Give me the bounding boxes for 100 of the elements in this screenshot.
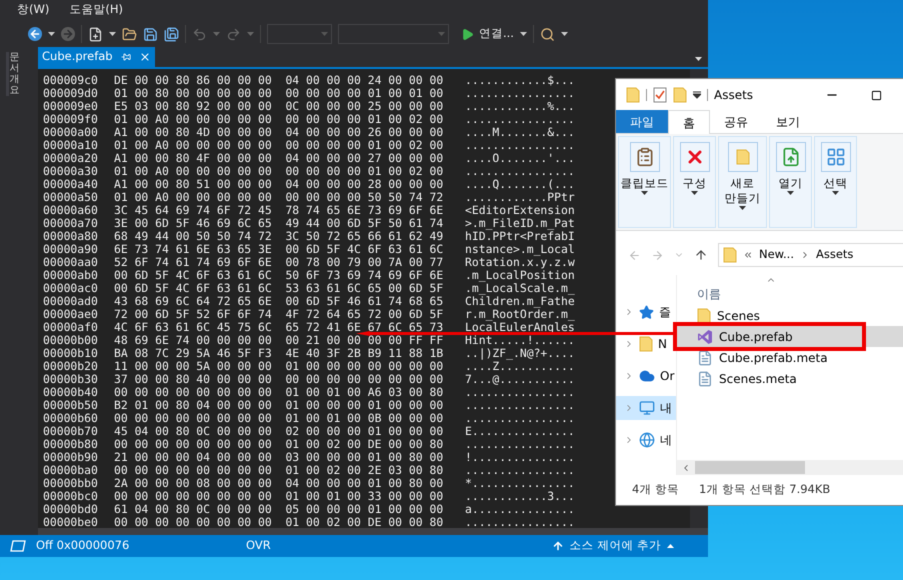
file-item[interactable]: Scenes.meta [677,368,903,389]
hex-bytes: E5 03 00 80 92 00 00 00 0C 00 00 00 25 00 00 00 [114,100,444,113]
up-icon[interactable] [694,248,708,262]
close-icon[interactable] [138,51,151,63]
dropdown-field[interactable] [338,24,449,44]
hex-bytes: A1 00 00 80 4D 00 00 00 04 00 00 00 26 00 00 00 [114,126,444,139]
address-bar[interactable]: New... Assets [718,243,903,267]
folder-icon [626,87,640,103]
ascii-text: ................ [465,87,575,100]
ascii-text: >.m_FileID.m_Pat [465,217,575,230]
caret-icon [321,32,328,36]
ribbon-tab[interactable]: 공유 [710,110,762,133]
nav-label: Or [660,368,674,385]
caret-icon [520,32,527,36]
redo-icon[interactable] [226,26,241,42]
hex-bytes: 00 6D 5F 4C 6F 63 61 6C 50 6F 73 69 74 69 6F 6E [114,269,444,282]
breadcrumb[interactable]: Assets [816,246,854,264]
document-tab[interactable]: Cube.prefab [38,47,155,67]
ribbon-tab[interactable]: 홈 [668,110,710,134]
hex-bytes: 00 00 00 00 00 00 00 00 01 00 02 00 DE 00 00 80 [114,438,444,451]
properties-icon[interactable] [653,87,667,103]
hex-bytes: 4C 6F 63 61 6C 45 75 6C 65 72 41 6E 67 6C 65 73 [114,321,444,334]
breadcrumb[interactable]: New... [759,246,794,264]
ribbon-tab[interactable]: 보기 [762,110,814,133]
column-header[interactable]: 이름 [677,287,903,303]
ascii-text: a............... [465,503,575,516]
back-icon[interactable] [28,27,42,41]
nav-item[interactable]: 즐 [616,300,676,324]
hex-bytes: 2A 00 00 00 08 00 00 00 04 00 00 00 01 00 80 00 [114,477,444,490]
star-icon [639,304,654,320]
ascii-text: ................ [465,438,575,451]
nav-item[interactable]: 내 [616,396,676,420]
ribbon-group[interactable]: 새로 만들기 [718,136,767,228]
hex-bytes: A1 00 00 80 51 00 00 00 04 00 00 00 28 00 00 00 [114,178,444,191]
network-icon [639,432,655,448]
offset-cell-text: 00000a20 [43,152,99,165]
hex-bytes: 3C 45 64 69 74 6F 72 45 78 74 65 6E 73 69 6F 6E [114,204,444,217]
offset-cell-text: 000009d0 [43,87,99,100]
menu-item[interactable]: 창(W) [17,0,50,18]
ribbon-group[interactable]: 클립보드 [618,136,671,228]
save-all-icon[interactable] [164,26,179,42]
ascii-text: ................ [465,412,575,425]
pin-icon[interactable] [120,52,131,62]
file-item[interactable]: Cube.prefab [677,326,903,347]
caret-icon [48,32,55,36]
ascii-text: ....Q.......(... [465,178,575,191]
ascii-text: ................ [465,165,575,178]
overflow-icon [743,250,753,260]
offset-cell-text: 00000a80 [43,230,99,243]
ribbon-group[interactable]: 선택 [814,136,857,228]
offset-cell-text: 00000ac0 [43,282,99,295]
ribbon-group[interactable]: 열기 [769,136,812,228]
ascii-text: ................ [465,464,575,477]
file-item[interactable]: Scenes [677,305,903,326]
ascii-text: ..|)ZF_.N@?+.... [465,347,575,360]
menu-item[interactable]: 도움말(H) [69,0,123,18]
nav-label: N [658,336,667,353]
offset-cell-text: 00000a50 [43,191,99,204]
clipboard-icon [634,147,654,167]
offset-cell-text: 000009c0 [43,74,99,87]
hex-bytes: 45 04 00 80 0C 00 00 00 02 00 00 00 01 00 00 00 [114,425,444,438]
save-icon[interactable] [143,26,158,42]
hex-bytes: 00 6D 5F 4C 6F 63 61 6C 53 63 61 6C 65 00 6D 5F [114,282,444,295]
caret-icon [691,191,698,195]
nav-item[interactable]: Or [616,364,676,388]
forward-icon[interactable] [61,27,75,41]
group-label: 클립보드 [620,176,668,191]
horizontal-scrollbar[interactable] [38,528,708,535]
maximize-icon[interactable] [871,90,882,100]
customize-caret-icon[interactable] [693,91,701,99]
ribbon-tab[interactable]: 파일 [616,110,668,133]
offset-cell-text: 00000b80 [43,438,99,451]
offset-cell-text: 00000a30 [43,165,99,178]
hex-bytes: B2 01 00 80 04 00 00 00 01 00 00 00 01 00 00 00 [114,399,444,412]
new-project-icon[interactable] [88,26,103,42]
offset-cell-text: 00000ad0 [43,295,99,308]
run-button[interactable]: 연결... [461,25,514,43]
source-control-button[interactable]: 소스 제어에 추가 [552,537,674,555]
hex-bytes: 37 00 00 80 40 00 00 00 00 00 00 00 00 00 00 00 [114,373,444,386]
find-icon[interactable] [540,26,555,42]
item-count: 4개 항목 [632,481,679,498]
offset-cell-text: 000009e0 [43,100,99,113]
side-tab[interactable]: 문서 개요 [6,52,20,96]
nav-item[interactable]: 네 [616,428,676,452]
ascii-text: LocalEulerAngles [465,321,575,334]
ascii-text: ................ [465,139,575,152]
nav-item[interactable]: N [616,332,676,356]
offset-cell-text: 00000b60 [43,412,99,425]
caret-icon [739,206,746,210]
dropdown-field[interactable] [267,24,332,44]
horizontal-scrollbar[interactable] [677,460,903,475]
file-item[interactable]: Cube.prefab.meta [677,347,903,368]
ribbon-group[interactable]: 구성 [673,136,716,228]
file-name: Cube.prefab [719,328,793,346]
open-folder-icon[interactable] [122,26,137,42]
cloud-icon [639,368,655,384]
ascii-text: .m_LocalPosition [465,269,575,282]
group-label: 새로 만들기 [724,176,762,206]
hex-bytes: 01 00 A0 00 00 00 00 00 00 00 00 00 01 00 02 00 [114,165,444,178]
undo-icon[interactable] [192,26,207,42]
